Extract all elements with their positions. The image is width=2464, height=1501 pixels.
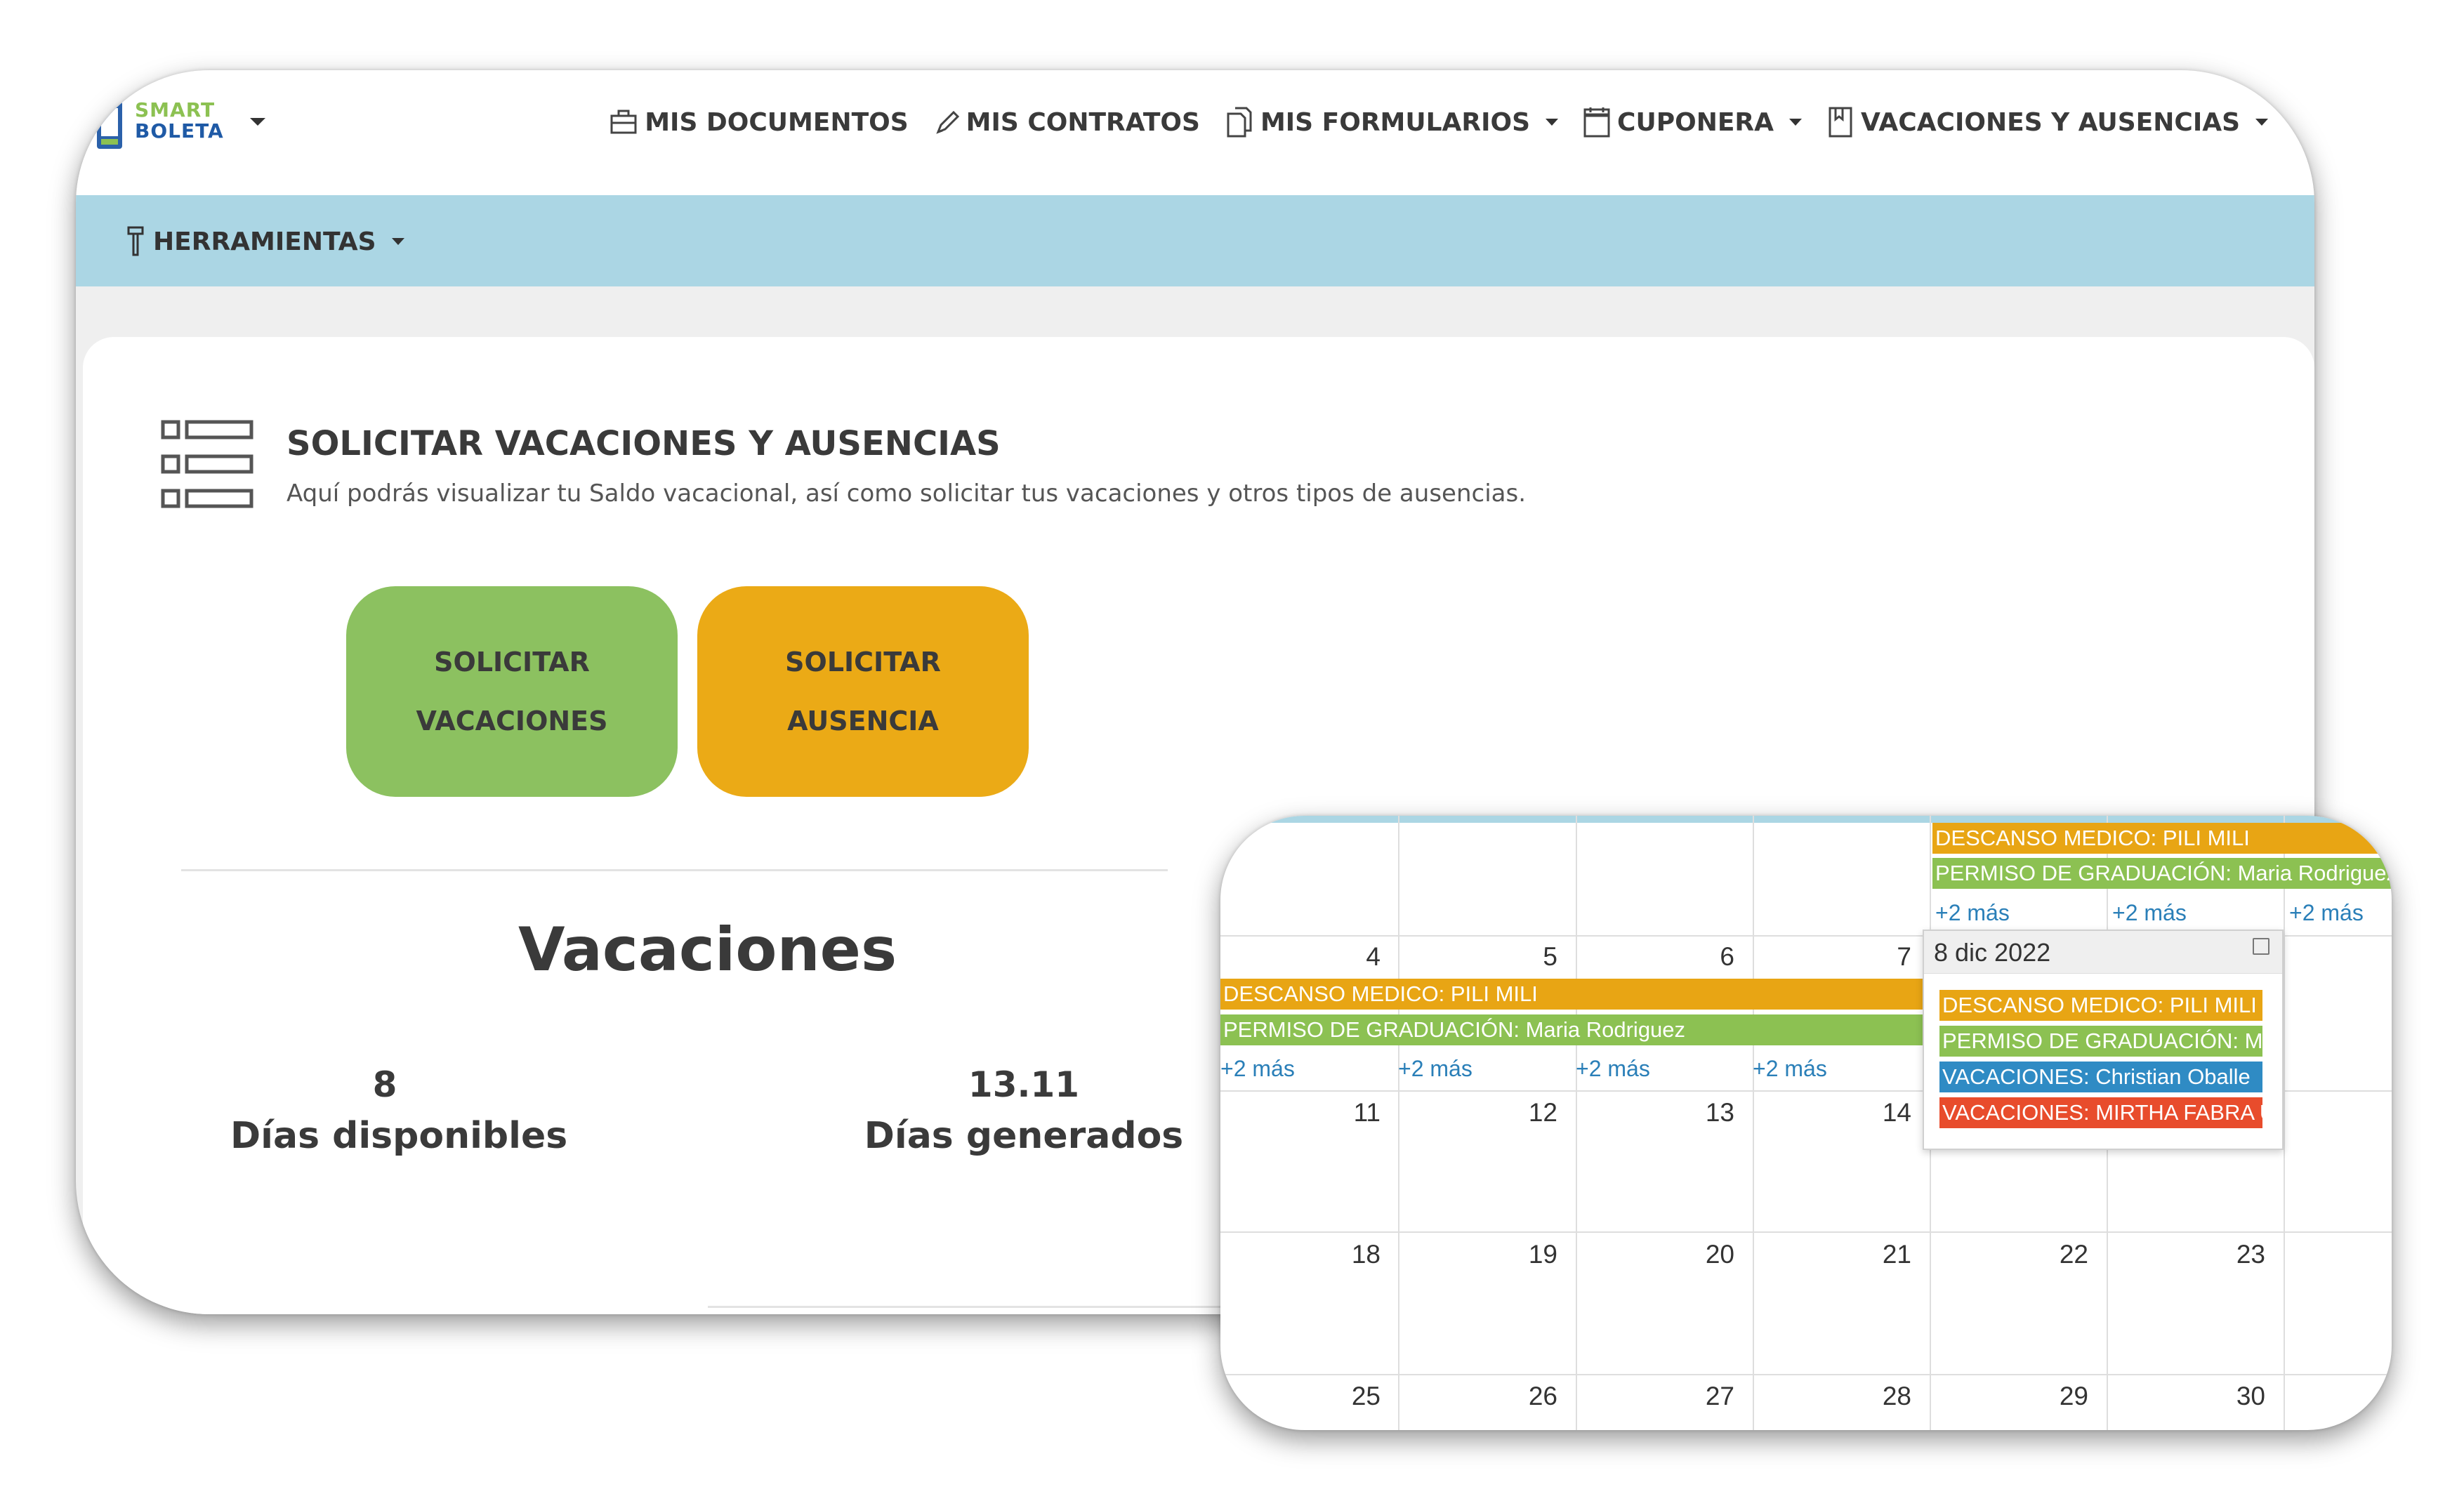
- stat-label: Días disponibles: [230, 1115, 568, 1157]
- calendar-month-grid: DESCANSO MEDICO: PILI MILI PERMISO DE GR…: [1220, 816, 2392, 1430]
- event-descanso-medico[interactable]: DESCANSO MEDICO: PILI MILI: [1220, 979, 1930, 1010]
- event-descanso-medico[interactable]: DESCANSO MEDICO: PILI MILI: [1932, 823, 2392, 854]
- day-number[interactable]: 21: [1883, 1240, 1911, 1269]
- grid-line: [1753, 816, 1754, 1430]
- section-divider: [181, 869, 1168, 871]
- nav-mis-documentos-label: MIS DOCUMENTOS: [645, 107, 909, 137]
- calendar-icon: [1583, 107, 1610, 138]
- stat-value: 8: [372, 1064, 397, 1105]
- more-events-link[interactable]: +2 más: [1753, 1056, 1827, 1082]
- popover-event[interactable]: VACACIONES: Christian Oballe: [1939, 1062, 2262, 1092]
- main-nav: MIS DOCUMENTOS MIS CONTRATOS MIS FORMULA…: [608, 105, 2268, 139]
- solicitar-vacaciones-button[interactable]: SOLICITAR VACACIONES: [346, 586, 678, 797]
- nav-vacaciones-ausencias[interactable]: VACACIONES Y AUSENCIAS: [1826, 105, 2268, 139]
- nav-cuponera-label: CUPONERA: [1617, 107, 1774, 137]
- more-events-link[interactable]: +2 más: [2112, 900, 2187, 926]
- herramientas-menu[interactable]: HERRAMIENTAS: [125, 225, 404, 258]
- pencil-icon: [935, 110, 959, 134]
- logo-mark-icon: [97, 100, 122, 149]
- stat-value: 13.11: [968, 1064, 1080, 1105]
- chevron-down-icon: [1546, 119, 1559, 126]
- day-number[interactable]: 11: [1354, 1098, 1381, 1128]
- calendar-window: DESCANSO MEDICO: PILI MILI PERMISO DE GR…: [1220, 816, 2392, 1430]
- logo-boleta-text: BOLETA: [135, 119, 224, 143]
- popover-header: 8 dic 2022: [1924, 931, 2282, 974]
- grid-line: [1576, 816, 1577, 1430]
- day-number[interactable]: 30: [2236, 1382, 2265, 1411]
- popover-event[interactable]: VACACIONES: MIRTHA FABRA U: [1939, 1097, 2262, 1128]
- chevron-down-icon: [2255, 119, 2268, 126]
- logo-smart-text: SMART: [135, 98, 216, 121]
- grid-line: [1220, 1231, 2392, 1233]
- chevron-down-icon: [1789, 119, 1802, 126]
- day-number[interactable]: 19: [1529, 1240, 1557, 1269]
- day-number[interactable]: 22: [2060, 1240, 2088, 1269]
- more-events-link[interactable]: +2 más: [1576, 1056, 1650, 1082]
- stat-dias-generados: 13.11 Días generados: [848, 1060, 1199, 1163]
- page-title: SOLICITAR VACACIONES Y AUSENCIAS: [286, 424, 1001, 463]
- day-number[interactable]: 29: [2060, 1382, 2088, 1411]
- page-description: Aquí podrás visualizar tu Saldo vacacion…: [286, 480, 1526, 508]
- copy-documents-icon: [1227, 107, 1252, 138]
- book-icon: [1829, 107, 1852, 138]
- nav-mis-contratos-label: MIS CONTRATOS: [966, 107, 1200, 137]
- solicitar-ausencia-button[interactable]: SOLICITAR AUSENCIA: [697, 586, 1029, 797]
- grid-line: [1220, 1374, 2392, 1375]
- more-events-link[interactable]: +2 más: [1398, 1056, 1473, 1082]
- top-navbar: SMART BOLETA MIS DOCUMENTOS MIS CONTRATO…: [76, 70, 2314, 195]
- list-icon: [161, 420, 253, 508]
- stat-dias-disponibles: 8 Días disponibles: [230, 1060, 568, 1163]
- day-number[interactable]: 4: [1366, 942, 1381, 972]
- section-bottom-line: [708, 1306, 1270, 1308]
- vacaciones-heading: Vacaciones: [518, 915, 897, 985]
- more-events-link[interactable]: +2 más: [1220, 1056, 1295, 1082]
- nav-mis-formularios-label: MIS FORMULARIOS: [1260, 107, 1531, 137]
- grid-line: [1398, 816, 1399, 1430]
- day-number[interactable]: 18: [1352, 1240, 1381, 1269]
- day-events-popover: 8 dic 2022 DESCANSO MEDICO: PILI MILI PE…: [1923, 930, 2284, 1150]
- solicitar-vacaciones-line2: VACACIONES: [416, 706, 608, 736]
- day-number[interactable]: 14: [1883, 1098, 1911, 1128]
- close-icon[interactable]: [2253, 938, 2269, 955]
- tools-bar: HERRAMIENTAS: [76, 195, 2314, 286]
- day-number[interactable]: 6: [1720, 942, 1734, 972]
- day-number[interactable]: 7: [1897, 942, 1911, 972]
- nav-mis-formularios[interactable]: MIS FORMULARIOS: [1224, 105, 1559, 139]
- popover-event[interactable]: PERMISO DE GRADUACIÓN: Maria Rodriguez: [1939, 1026, 2262, 1057]
- popover-event[interactable]: DESCANSO MEDICO: PILI MILI: [1939, 990, 2262, 1021]
- logo-text: SMART BOLETA: [135, 100, 224, 142]
- day-number[interactable]: 13: [1706, 1098, 1734, 1128]
- nav-mis-documentos[interactable]: MIS DOCUMENTOS: [608, 107, 909, 138]
- popover-date: 8 dic 2022: [1934, 938, 2051, 967]
- solicitar-ausencia-line1: SOLICITAR: [785, 647, 941, 677]
- nav-vacaciones-ausencias-label: VACACIONES Y AUSENCIAS: [1861, 107, 2240, 137]
- day-number[interactable]: 5: [1543, 942, 1557, 972]
- smart-boleta-logo[interactable]: SMART BOLETA: [91, 97, 260, 153]
- event-permiso-graduacion[interactable]: PERMISO DE GRADUACIÓN: Maria Rodriguez: [1932, 858, 2392, 889]
- solicitar-ausencia-line2: AUSENCIA: [787, 706, 939, 736]
- herramientas-label: HERRAMIENTAS: [153, 227, 376, 256]
- solicitar-vacaciones-line1: SOLICITAR: [434, 647, 590, 677]
- day-number[interactable]: 27: [1706, 1382, 1734, 1411]
- day-number[interactable]: 28: [1883, 1382, 1911, 1411]
- more-events-link[interactable]: +2 más: [2289, 900, 2364, 926]
- event-permiso-graduacion[interactable]: PERMISO DE GRADUACIÓN: Maria Rodriguez: [1220, 1014, 1930, 1045]
- nav-cuponera[interactable]: CUPONERA: [1582, 105, 1802, 139]
- grid-line: [2284, 816, 2285, 1430]
- day-number[interactable]: 25: [1352, 1382, 1381, 1411]
- chevron-down-icon: [391, 238, 404, 245]
- logo-dropdown-caret-icon[interactable]: [250, 118, 265, 126]
- briefcase-icon: [610, 110, 637, 134]
- stat-label: Días generados: [864, 1115, 1184, 1157]
- nav-mis-contratos[interactable]: MIS CONTRATOS: [933, 107, 1200, 138]
- day-number[interactable]: 12: [1529, 1098, 1557, 1128]
- day-number[interactable]: 20: [1706, 1240, 1734, 1269]
- day-number[interactable]: 23: [2236, 1240, 2265, 1269]
- hammer-icon: [127, 226, 144, 256]
- more-events-link[interactable]: +2 más: [1935, 900, 2010, 926]
- day-number[interactable]: 26: [1529, 1382, 1557, 1411]
